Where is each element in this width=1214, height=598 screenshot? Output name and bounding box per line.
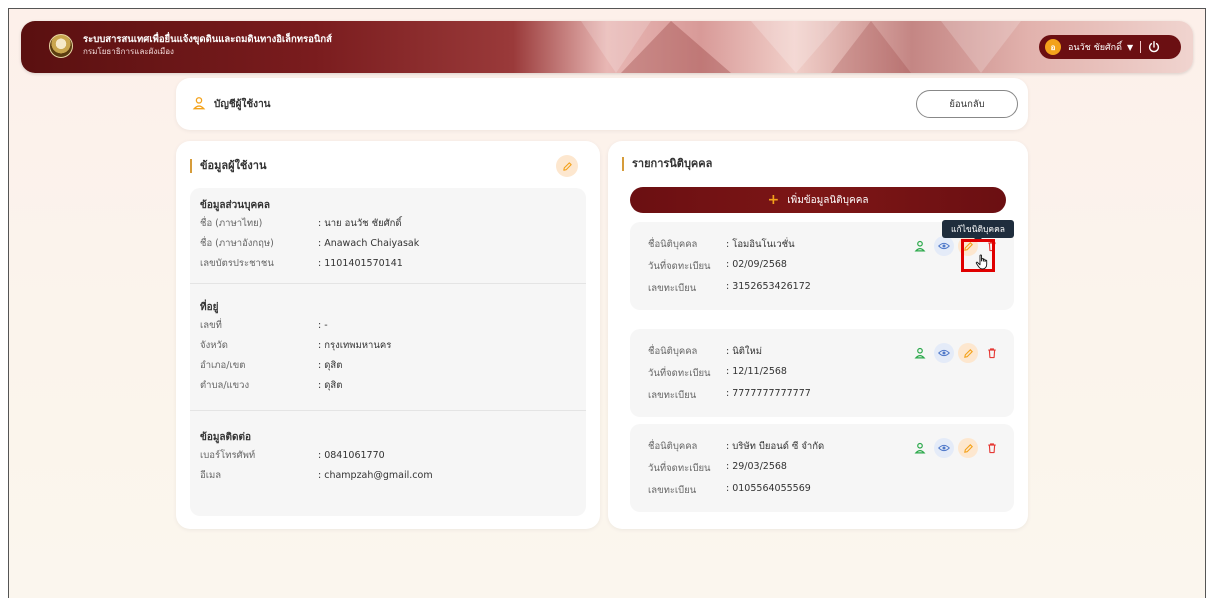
reg-no-label: เลขทะเบียน bbox=[648, 485, 697, 496]
info-row: ชื่อ (ภาษาไทย): นาย อนวัช ชัยศักดิ์ bbox=[200, 217, 402, 229]
eye-icon bbox=[938, 444, 950, 452]
reg-no: : 7777777777777 bbox=[726, 388, 811, 399]
edit-user-button[interactable] bbox=[556, 155, 578, 177]
entity-name: : บริษัท บียอนด์ ซี จำกัด bbox=[726, 441, 825, 452]
user-info-panel: ข้อมูลส่วนบุคคล ชื่อ (ภาษาไทย): นาย อนวั… bbox=[190, 188, 586, 516]
add-entity-button[interactable]: + เพิ่มข้อมูลนิติบุคคล bbox=[630, 187, 1006, 213]
view-button[interactable] bbox=[934, 236, 954, 256]
user-icon bbox=[192, 97, 206, 110]
reg-no-label: เลขทะเบียน bbox=[648, 283, 697, 294]
user-name: อนวัช ชัยศักดิ์ bbox=[1068, 43, 1122, 53]
entity-actions bbox=[910, 438, 1002, 458]
pencil-icon bbox=[963, 348, 973, 358]
trash-icon bbox=[988, 348, 996, 359]
members-button[interactable] bbox=[910, 236, 930, 256]
department-name: กรมโยธาธิการและผังเมือง bbox=[83, 47, 174, 56]
divider bbox=[1140, 41, 1142, 53]
user-menu[interactable]: อ อนวัช ชัยศักดิ์ ▼ bbox=[1039, 35, 1181, 59]
plus-icon: + bbox=[767, 192, 780, 208]
avatar: อ bbox=[1045, 39, 1061, 55]
user-info-title: ข้อมูลผู้ใช้งาน bbox=[190, 159, 266, 173]
department-logo bbox=[49, 34, 73, 58]
info-row: เลขบัตรประชาชน: 1101401570141 bbox=[200, 257, 403, 269]
info-row: จังหวัด: กรุงเทพมหานคร bbox=[200, 339, 392, 351]
reg-no: : 3152653426172 bbox=[726, 281, 811, 292]
divider bbox=[190, 410, 586, 411]
reg-date: : 02/09/2568 bbox=[726, 259, 787, 270]
info-row: เบอร์โทรศัพท์: 0841061770 bbox=[200, 449, 385, 461]
info-row: เลขที่: - bbox=[200, 319, 328, 331]
entity-name-label: ชื่อนิติบุคคล bbox=[648, 441, 698, 452]
personal-info-group: ข้อมูลส่วนบุคคล ชื่อ (ภาษาไทย): นาย อนวั… bbox=[200, 198, 580, 273]
pencil-icon bbox=[562, 161, 572, 171]
user-icon bbox=[914, 240, 926, 252]
delete-button[interactable] bbox=[982, 438, 1002, 458]
app-header: ระบบสารสนเทศเพื่อยื่นแจ้งขุดดินและถมดินท… bbox=[21, 21, 1193, 73]
entity-list-title: รายการนิติบุคคล bbox=[622, 157, 712, 171]
entity-name: : โอมอินโนเวชั่น bbox=[726, 239, 795, 250]
reg-no-label: เลขทะเบียน bbox=[648, 390, 697, 401]
reg-date: : 29/03/2568 bbox=[726, 461, 787, 472]
chevron-down-icon[interactable]: ▼ bbox=[1127, 43, 1133, 52]
pencil-icon bbox=[963, 443, 973, 453]
address-title: ที่อยู่ bbox=[200, 302, 219, 313]
entity-actions bbox=[910, 343, 1002, 363]
contact-group: ข้อมูลติดต่อ เบอร์โทรศัพท์: 0841061770 อ… bbox=[200, 430, 580, 485]
info-row: อำเภอ/เขต: ดุสิต bbox=[200, 359, 343, 371]
eye-icon bbox=[938, 242, 950, 250]
edit-entity-button[interactable] bbox=[958, 438, 978, 458]
contact-title: ข้อมูลติดต่อ bbox=[200, 432, 252, 443]
personal-info-title: ข้อมูลส่วนบุคคล bbox=[200, 200, 270, 211]
reg-date-label: วันที่จดทะเบียน bbox=[648, 368, 711, 379]
entity-item: ชื่อนิติบุคคล : นิติใหม่ วันที่จดทะเบียน:… bbox=[630, 329, 1014, 417]
address-group: ที่อยู่ เลขที่: - จังหวัด: กรุงเทพมหานคร… bbox=[200, 300, 580, 395]
info-row: ชื่อ (ภาษาอังกฤษ): Anawach Chaiyasak bbox=[200, 237, 420, 249]
reg-date-label: วันที่จดทะเบียน bbox=[648, 463, 711, 474]
hand-cursor-icon bbox=[975, 254, 988, 270]
members-button[interactable] bbox=[910, 343, 930, 363]
info-row: อีเมล: champzah@gmail.com bbox=[200, 469, 433, 481]
eye-icon bbox=[938, 349, 950, 357]
view-button[interactable] bbox=[934, 343, 954, 363]
members-button[interactable] bbox=[910, 438, 930, 458]
power-icon[interactable] bbox=[1147, 40, 1161, 54]
reg-date: : 12/11/2568 bbox=[726, 366, 787, 377]
back-button[interactable]: ย้อนกลับ bbox=[916, 90, 1018, 118]
trash-icon bbox=[988, 443, 996, 454]
view-button[interactable] bbox=[934, 438, 954, 458]
entity-name-label: ชื่อนิติบุคคล bbox=[648, 239, 698, 250]
reg-date-label: วันที่จดทะเบียน bbox=[648, 261, 711, 272]
entity-item: ชื่อนิติบุคคล : บริษัท บียอนด์ ซี จำกัด ว… bbox=[630, 424, 1014, 512]
user-icon bbox=[914, 442, 926, 454]
user-icon bbox=[914, 347, 926, 359]
page-title: บัญชีผู้ใช้งาน bbox=[214, 99, 271, 110]
info-row: ตำบล/แขวง: ดุสิต bbox=[200, 379, 343, 391]
entity-list-card: รายการนิติบุคคล + เพิ่มข้อมูลนิติบุคคล ช… bbox=[608, 141, 1028, 529]
divider bbox=[190, 283, 586, 284]
add-entity-label: เพิ่มข้อมูลนิติบุคคล bbox=[787, 194, 869, 206]
edit-tooltip: แก้ไขนิติบุคคล bbox=[942, 220, 1014, 242]
delete-button[interactable] bbox=[982, 343, 1002, 363]
entity-name: : นิติใหม่ bbox=[726, 346, 763, 357]
entity-name-label: ชื่อนิติบุคคล bbox=[648, 346, 698, 357]
user-info-card: ข้อมูลผู้ใช้งาน ข้อมูลส่วนบุคคล ชื่อ (ภา… bbox=[176, 141, 600, 529]
edit-entity-button[interactable] bbox=[958, 343, 978, 363]
account-bar: บัญชีผู้ใช้งาน ย้อนกลับ bbox=[176, 78, 1028, 130]
reg-no: : 0105564055569 bbox=[726, 483, 811, 494]
